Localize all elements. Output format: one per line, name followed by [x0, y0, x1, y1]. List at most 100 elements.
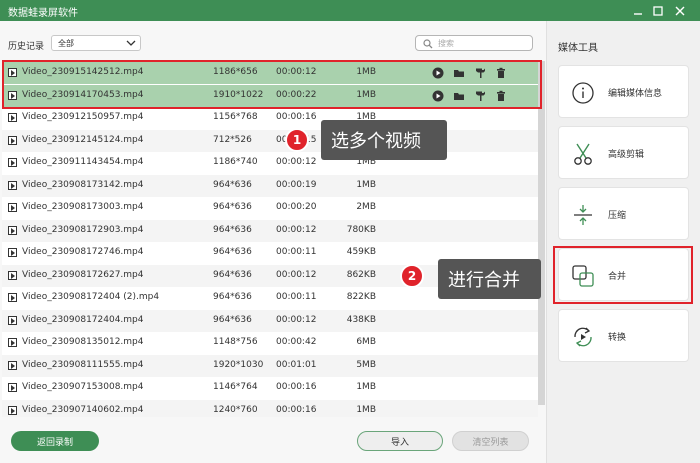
file-resolution: 964*636 — [213, 202, 252, 212]
file-name: Video_230908135012.mp4 — [22, 337, 144, 347]
video-file-icon — [8, 113, 17, 122]
video-file-icon — [8, 248, 17, 257]
video-file-icon — [8, 270, 17, 280]
search-icon — [423, 39, 433, 51]
file-name: Video_230908172746.mp4 — [22, 247, 144, 257]
file-list: Video_230915142512.mp4 1186*656 00:00:12 1M… — [2, 61, 538, 417]
file-row[interactable]: Video_230908172404.mp4 964*636 00:00:12 438… — [2, 309, 538, 332]
file-size: 1MB — [356, 404, 376, 415]
file-row[interactable]: Video_230911143454.mp4 1186*740 00:00:12 1M… — [2, 152, 538, 174]
file-resolution: 964*636 — [213, 179, 252, 190]
video-file-icon — [8, 338, 17, 347]
back-to-record-button[interactable]: 返回录制 — [11, 431, 99, 451]
video-file-icon — [8, 158, 17, 167]
file-row[interactable]: Video_230908172903.mp4 964*636 00:00:12 780… — [2, 219, 538, 242]
file-row[interactable]: Video_230908111555.mp4 1920*1030 00:01:01 5… — [2, 354, 538, 377]
file-name: Video_230911143454.mp4 — [22, 157, 144, 167]
step-badge: 2 — [400, 264, 424, 288]
chevron-down-icon — [126, 39, 136, 49]
file-resolution: 964*636 — [213, 292, 252, 302]
compress-icon — [571, 203, 595, 227]
file-size: 459KB — [346, 247, 376, 257]
file-size: 822KB — [346, 292, 376, 302]
video-file-icon — [8, 405, 17, 415]
media-tools-title: 媒体工具 — [558, 43, 598, 54]
file-row[interactable]: Video_230907153008.mp4 1146*764 00:00:16 1M… — [2, 377, 538, 399]
file-name: Video_230907140602.mp4 — [22, 404, 144, 415]
tool-convert[interactable]: 转换 — [558, 309, 689, 362]
tool-advanced-cut[interactable]: 高级剪辑 — [558, 126, 689, 179]
file-resolution: 712*526 — [213, 134, 252, 145]
title-bar: 数据蛙录屏软件 — [0, 0, 700, 21]
file-size: 1MB — [356, 382, 376, 392]
video-file-icon — [8, 203, 17, 212]
file-size: 2MB — [356, 202, 376, 212]
history-filter-value: 全部 — [58, 39, 74, 48]
info-icon — [571, 81, 595, 105]
maximize-icon[interactable] — [649, 2, 667, 19]
search-input[interactable]: 搜索 — [415, 35, 533, 51]
video-file-icon — [8, 135, 17, 145]
import-button[interactable]: 导入 — [357, 431, 443, 451]
file-row[interactable]: Video_230908173142.mp4 964*636 00:00:19 1MB — [2, 174, 538, 197]
file-name: Video_230908172903.mp4 — [22, 224, 144, 235]
file-resolution: 1148*756 — [213, 337, 258, 347]
file-name: Video_230912150957.mp4 — [22, 112, 144, 122]
tool-label: 压缩 — [608, 211, 627, 221]
file-resolution: 1156*768 — [213, 112, 258, 122]
window-title: 数据蛙录屏软件 — [8, 8, 78, 19]
video-file-icon — [8, 315, 17, 325]
tool-label: 高级剪辑 — [608, 150, 645, 160]
scissors-icon — [571, 142, 595, 166]
file-resolution: 1920*1030 — [213, 359, 264, 370]
file-row[interactable]: Video_230912150957.mp4 1156*768 00:00:16 1M… — [2, 107, 538, 129]
callout-text: 选多个视频 — [331, 131, 421, 152]
file-resolution: 964*636 — [213, 314, 252, 325]
file-size: 780KB — [346, 224, 376, 235]
callout-text: 进行合并 — [448, 270, 520, 291]
close-icon[interactable] — [671, 2, 689, 19]
file-name: Video_230908172627.mp4 — [22, 269, 144, 280]
file-resolution: 1146*764 — [213, 382, 258, 392]
file-resolution: 1186*740 — [213, 157, 258, 167]
file-name: Video_230908173003.mp4 — [22, 202, 144, 212]
file-resolution: 1240*760 — [213, 404, 258, 415]
tool-edit-media-info[interactable]: 编辑媒体信息 — [558, 65, 689, 118]
file-resolution: 964*636 — [213, 247, 252, 257]
media-tools-panel: 媒体工具 编辑媒体信息 高级剪辑 压缩 合并 转换 — [546, 21, 700, 463]
file-name: Video_230908173142.mp4 — [22, 179, 144, 190]
tool-label: 转换 — [608, 333, 627, 343]
file-resolution: 964*636 — [213, 224, 252, 235]
video-file-icon — [8, 383, 17, 392]
file-row[interactable]: Video_230912145124.mp4712*52600:00:151MB — [2, 129, 538, 152]
file-size: 5MB — [356, 359, 376, 370]
tool-compress[interactable]: 压缩 — [558, 187, 689, 240]
file-name: Video_230907153008.mp4 — [22, 382, 144, 392]
history-panel: 历史记录 全部 搜索 Video_230915142512.mp4 1186*65… — [0, 21, 546, 463]
history-filter-select[interactable]: 全部 — [51, 35, 141, 51]
merge-highlight-box — [553, 246, 693, 304]
selection-highlight-box — [2, 60, 542, 109]
file-name: Video_230908111555.mp4 — [22, 359, 144, 370]
file-size: 1MB — [356, 179, 376, 190]
callout-select-videos: 选多个视频 — [321, 120, 447, 160]
file-name: Video_230908172404.mp4 — [22, 314, 144, 325]
file-size: 438KB — [346, 314, 376, 325]
history-label: 历史记录 — [8, 42, 45, 52]
step-badge: 1 — [285, 128, 309, 152]
video-file-icon — [8, 360, 17, 370]
search-placeholder: 搜索 — [438, 39, 454, 48]
file-size: 862KB — [346, 269, 376, 280]
file-name: Video_230912145124.mp4 — [22, 134, 144, 145]
callout-merge: 进行合并 — [438, 259, 541, 299]
file-row[interactable]: Video_230907140602.mp4 1240*760 00:00:16 1M… — [2, 399, 538, 417]
file-row[interactable]: Video_230908135012.mp4 1148*756 00:00:42 6M… — [2, 332, 538, 354]
file-row[interactable]: Video_230908173003.mp4 964*636 00:00:20 2MB — [2, 197, 538, 219]
file-size: 6MB — [356, 337, 376, 347]
video-file-icon — [8, 225, 17, 235]
file-name: Video_230908172404 (2).mp4 — [22, 292, 160, 302]
minimize-icon[interactable] — [629, 2, 647, 19]
convert-icon — [571, 325, 595, 349]
clear-list-button[interactable]: 清空列表 — [452, 431, 529, 451]
list-scrollbar[interactable] — [538, 61, 545, 405]
